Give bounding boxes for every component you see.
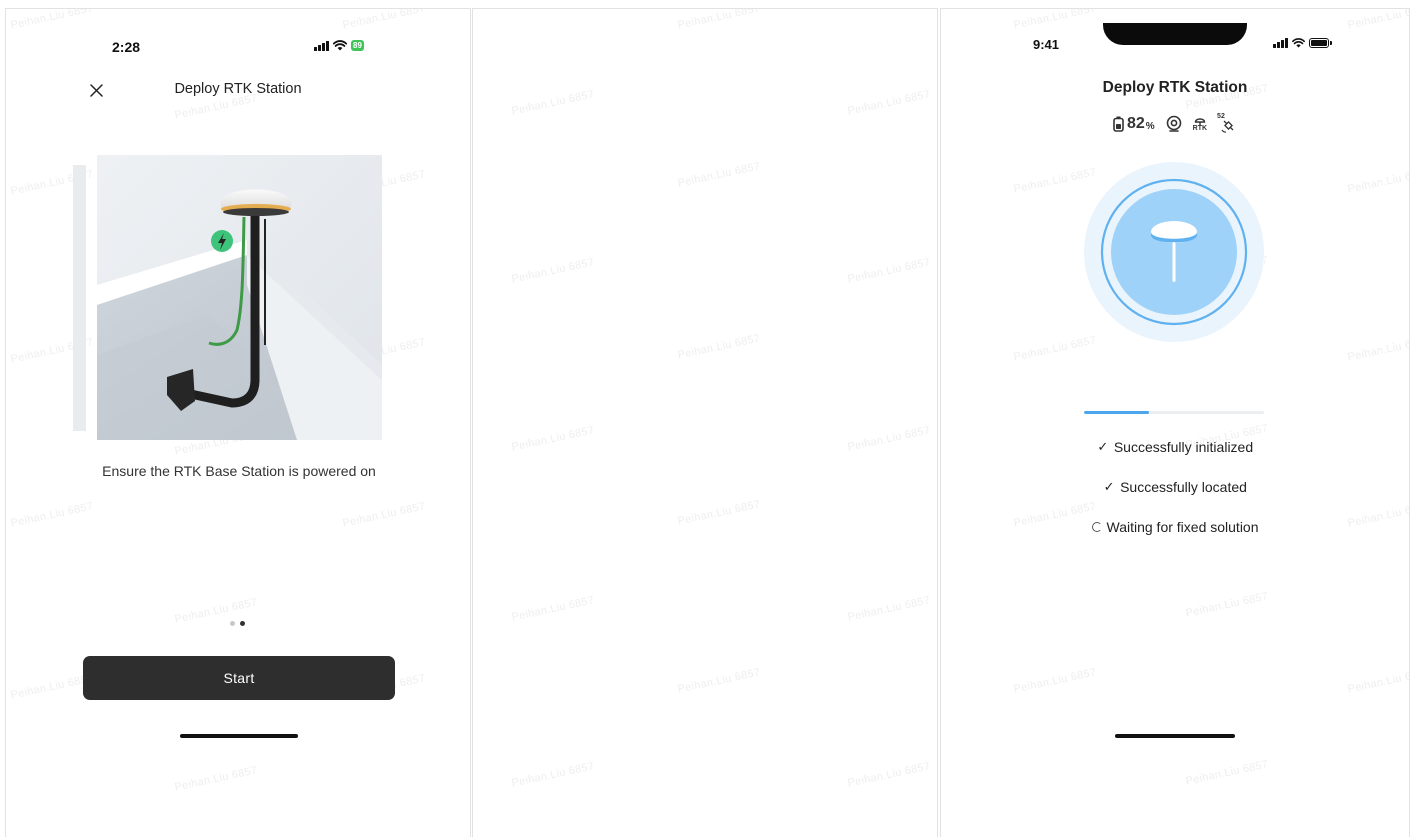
check-icon: ✓ <box>1097 439 1109 454</box>
signal-icon <box>1273 38 1288 48</box>
page-title: Deploy RTK Station <box>174 81 302 97</box>
wifi-icon <box>1292 38 1305 48</box>
device-battery-unit: % <box>1145 120 1155 132</box>
check-icon: ✓ <box>1103 479 1115 494</box>
rtk-progress-fill <box>1084 411 1149 414</box>
pagination-dot[interactable] <box>230 621 235 626</box>
signal-icon <box>314 40 329 51</box>
rtk-icon-label: RTK <box>1192 124 1208 132</box>
device-battery: 82 % <box>1113 115 1155 133</box>
page-title: Deploy RTK Station <box>1102 79 1248 96</box>
onboarding-screen: Peihan.Liu 6857 Peihan.Liu 6857 Peihan.L… <box>5 8 471 837</box>
wifi-icon <box>333 40 347 51</box>
loading-spinner-icon <box>1091 522 1102 532</box>
status-icons: 89 <box>314 40 364 51</box>
rtk-status-screen: Peihan.Liu 6857 Peihan.Liu 6857 Peihan.L… <box>940 8 1410 837</box>
blank-screen: Peihan.Liu 6857 Peihan.Liu 6857 Peihan.L… <box>472 8 938 837</box>
step-fixed-solution: Waiting for fixed solution <box>941 519 1409 535</box>
carousel-prev-card[interactable] <box>73 165 86 431</box>
battery-icon: 89 <box>351 40 364 51</box>
status-icons <box>1273 38 1332 48</box>
step-label: Successfully located <box>1120 479 1247 495</box>
pagination-dot-active[interactable] <box>240 621 245 626</box>
step-initialized: ✓ Successfully initialized <box>941 439 1409 455</box>
location-pin-icon <box>1166 115 1181 132</box>
rtk-icon: RTK <box>1193 117 1207 132</box>
rtk-progress-bar <box>1084 411 1264 414</box>
battery-icon <box>1309 38 1332 48</box>
step-located: ✓ Successfully located <box>941 479 1409 495</box>
status-time: 2:28 <box>112 39 141 55</box>
status-time: 9:41 <box>1033 37 1060 52</box>
rtk-mount-illustration[interactable] <box>97 155 382 440</box>
device-battery-value: 82 <box>1126 115 1145 132</box>
satellite-icon: 52 <box>1217 113 1237 133</box>
step-caption: Ensure the RTK Base Station is powered o… <box>102 463 376 479</box>
device-notch <box>1103 23 1247 45</box>
home-indicator <box>180 734 298 738</box>
device-status-row: 82 % RTK 52 <box>941 113 1409 133</box>
device-battery-icon <box>1113 116 1124 132</box>
start-button[interactable]: Start <box>83 656 395 700</box>
carousel-pagination <box>230 621 245 626</box>
step-label: Successfully initialized <box>1113 439 1254 455</box>
step-label: Waiting for fixed solution <box>1106 519 1259 535</box>
home-indicator <box>1115 734 1235 738</box>
rtk-connection-animation <box>1084 162 1264 342</box>
